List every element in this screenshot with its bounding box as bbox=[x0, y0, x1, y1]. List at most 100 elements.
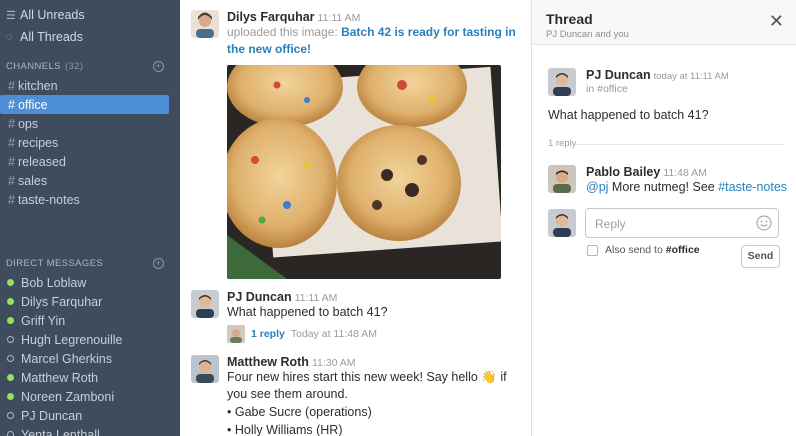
channel-label: kitchen bbox=[17, 78, 58, 93]
dm-label: Hugh Legrenouille bbox=[21, 332, 123, 347]
avatar[interactable] bbox=[191, 355, 219, 383]
channels-header[interactable]: CHANNELS (32) + bbox=[0, 56, 180, 76]
upload-prefix: uploaded this image: bbox=[227, 25, 338, 39]
channel-label: sales bbox=[17, 173, 48, 188]
message-author[interactable]: Matthew Roth bbox=[227, 355, 309, 369]
all-threads-label: All Threads bbox=[20, 30, 83, 44]
divider bbox=[576, 144, 784, 145]
dm-matthew-roth[interactable]: Matthew Roth bbox=[0, 368, 180, 387]
send-button[interactable]: Send bbox=[741, 245, 780, 268]
channel-label: released bbox=[17, 154, 66, 169]
channel-sales[interactable]: # sales bbox=[0, 171, 169, 190]
message-text: More nutmeg! See bbox=[611, 180, 715, 194]
dm-label: Yenta Lenthall bbox=[21, 427, 100, 436]
dm-hugh-legrenouille[interactable]: Hugh Legrenouille bbox=[0, 330, 180, 349]
thread-replies-link[interactable]: 1 reply Today at 11:48 AM bbox=[227, 325, 526, 343]
message-text: What happened to batch 41? bbox=[227, 305, 388, 319]
dm-yenta-lenthall[interactable]: Yenta Lenthall bbox=[0, 425, 180, 436]
wave-emoji-icon: 👋 bbox=[481, 370, 497, 384]
message-time[interactable]: 11:11 AM bbox=[318, 12, 361, 24]
channel-taste-notes[interactable]: # taste-notes bbox=[0, 190, 169, 209]
also-send-checkbox[interactable] bbox=[587, 244, 598, 256]
dm-label: Bob Loblaw bbox=[21, 275, 87, 290]
message-pj: PJ Duncan 11:11 AM What happened to batch… bbox=[191, 290, 526, 343]
avatar bbox=[548, 209, 576, 237]
dm-noreen-zamboni[interactable]: Noreen Zamboni bbox=[0, 387, 180, 406]
add-dm-icon[interactable]: + bbox=[153, 257, 164, 269]
message-time[interactable]: 11:30 AM bbox=[312, 357, 356, 369]
channel-link[interactable]: #office bbox=[597, 83, 628, 95]
away-status-icon bbox=[7, 355, 14, 362]
all-threads-item[interactable]: ◌ All Threads bbox=[6, 26, 180, 48]
message-matthew: Matthew Roth 11:30 AM Four new hires star… bbox=[191, 355, 526, 436]
mention-link[interactable]: @pj bbox=[586, 180, 608, 194]
channel-released[interactable]: # released bbox=[0, 152, 169, 171]
dm-bob-loblaw[interactable]: Bob Loblaw bbox=[0, 273, 180, 292]
message-time[interactable]: today at 11:11 AM bbox=[654, 71, 729, 82]
channel-ops[interactable]: # ops bbox=[0, 114, 169, 133]
avatar[interactable] bbox=[191, 290, 219, 318]
channel-office[interactable]: # office bbox=[0, 95, 169, 114]
avatar[interactable] bbox=[548, 68, 576, 96]
dm-pj-duncan[interactable]: PJ Duncan bbox=[0, 406, 180, 425]
channel-label: office bbox=[17, 97, 48, 112]
online-status-icon bbox=[7, 393, 14, 400]
hash-icon: # bbox=[8, 116, 15, 131]
away-status-icon bbox=[7, 412, 14, 419]
online-status-icon bbox=[7, 298, 14, 305]
hash-icon: # bbox=[8, 97, 15, 112]
online-status-icon bbox=[7, 279, 14, 286]
channel-link[interactable]: #taste-notes bbox=[718, 180, 787, 194]
reply-time: Today at 11:48 AM bbox=[290, 328, 378, 340]
dm-label: PJ Duncan bbox=[21, 408, 83, 423]
threads-icon: ◌ bbox=[6, 31, 13, 43]
reply-count[interactable]: 1 reply bbox=[251, 328, 285, 340]
message-time[interactable]: 11:48 AM bbox=[663, 167, 707, 179]
close-icon[interactable]: ✕ bbox=[769, 12, 784, 30]
channel-prefix: in bbox=[586, 83, 595, 95]
dm-label: Dilys Farquhar bbox=[21, 294, 103, 309]
thread-parent-message: PJ Duncan today at 11:11 AM in #office bbox=[548, 68, 788, 96]
dm-marcel-gherkins[interactable]: Marcel Gherkins bbox=[0, 349, 180, 368]
also-send-option[interactable]: Also send to #office bbox=[587, 244, 700, 256]
cookie-image[interactable] bbox=[227, 65, 501, 279]
direct-messages-header[interactable]: DIRECT MESSAGES + bbox=[0, 253, 180, 273]
new-hires-list: • Gabe Sucre (operations) • Holly Willia… bbox=[227, 403, 526, 436]
away-status-icon bbox=[7, 431, 14, 436]
message-author[interactable]: PJ Duncan bbox=[586, 68, 651, 82]
list-item: • Holly Williams (HR) bbox=[227, 423, 343, 436]
channels-count: (32) bbox=[64, 60, 84, 72]
all-unreads-item[interactable]: ☰ All Unreads bbox=[6, 4, 180, 26]
away-status-icon bbox=[7, 336, 14, 343]
reply-input[interactable]: Reply bbox=[585, 208, 779, 238]
channel-label: taste-notes bbox=[17, 192, 80, 207]
channel-recipes[interactable]: # recipes bbox=[0, 133, 169, 152]
online-status-icon bbox=[7, 374, 14, 381]
direct-messages-title: DIRECT MESSAGES bbox=[6, 257, 104, 269]
message-author[interactable]: Dilys Farquhar bbox=[227, 10, 315, 24]
hash-icon: # bbox=[8, 173, 15, 188]
avatar bbox=[227, 325, 245, 343]
channels-title: CHANNELS bbox=[6, 60, 61, 72]
all-unreads-label: All Unreads bbox=[20, 8, 85, 22]
message-author[interactable]: Pablo Bailey bbox=[586, 165, 660, 179]
message-author[interactable]: PJ Duncan bbox=[227, 290, 292, 304]
avatar[interactable] bbox=[191, 10, 219, 38]
dm-label: Matthew Roth bbox=[21, 370, 99, 385]
add-channel-icon[interactable]: + bbox=[153, 60, 164, 72]
emoji-picker-icon[interactable] bbox=[756, 215, 772, 231]
avatar[interactable] bbox=[548, 165, 576, 193]
message-time[interactable]: 11:11 AM bbox=[295, 292, 338, 304]
message-dilys: Dilys Farquhar 11:11 AM uploaded this ima… bbox=[191, 10, 526, 58]
dm-dilys-farquhar[interactable]: Dilys Farquhar bbox=[0, 292, 180, 311]
hash-icon: # bbox=[8, 154, 15, 169]
channel-list: # kitchen # office # ops # recipes # released… bbox=[0, 76, 180, 209]
reply-placeholder: Reply bbox=[595, 217, 626, 231]
dm-label: Noreen Zamboni bbox=[21, 389, 115, 404]
hash-icon: # bbox=[8, 192, 15, 207]
also-send-channel: #office bbox=[665, 244, 700, 256]
thread-reply: Pablo Bailey 11:48 AM @pj More nutmeg! Se… bbox=[548, 165, 788, 196]
channel-kitchen[interactable]: # kitchen bbox=[0, 76, 169, 95]
online-status-icon bbox=[7, 317, 14, 324]
dm-griff-yin[interactable]: Griff Yin bbox=[0, 311, 180, 330]
